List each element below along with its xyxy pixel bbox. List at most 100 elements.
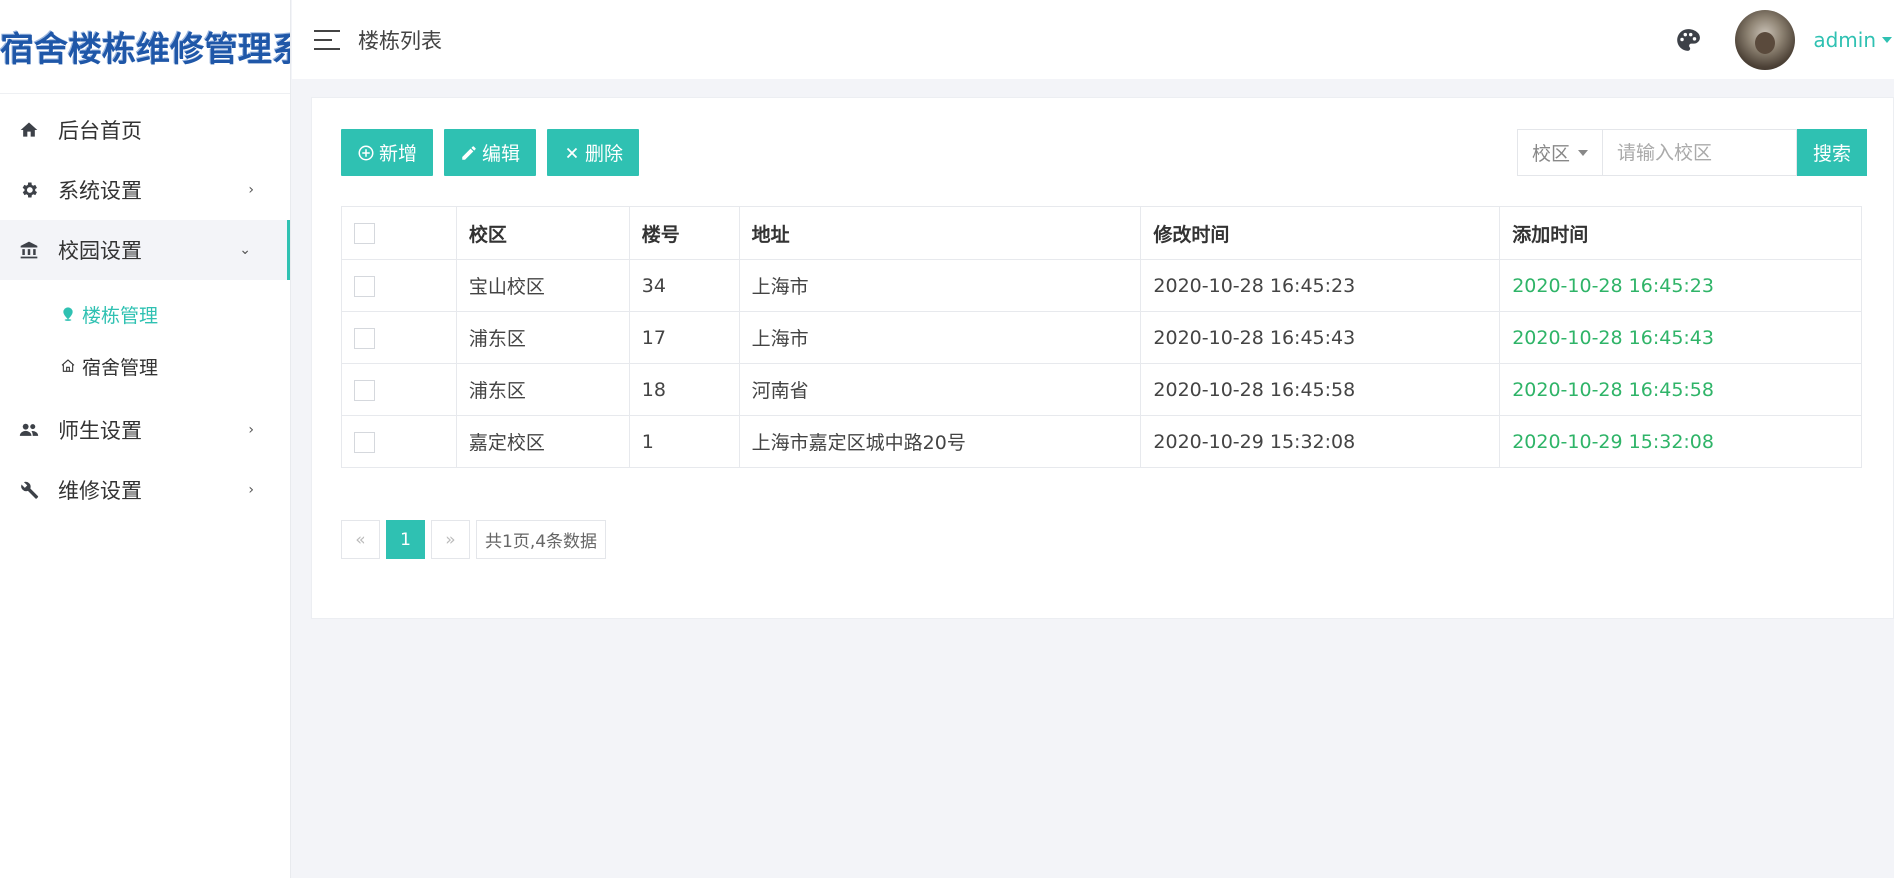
row-select-cell xyxy=(341,311,457,364)
app-title: 宿舍楼栋维修管理系统 xyxy=(0,30,290,70)
building-number-cell: 17 xyxy=(628,311,740,364)
sidebar-item-label: 校园设置 xyxy=(58,239,142,263)
address-cell: 上海市嘉定区城中路20号 xyxy=(738,415,1142,468)
pencil-icon xyxy=(462,145,476,160)
added-time-cell: 2020-10-28 16:45:43 xyxy=(1499,311,1862,364)
user-menu[interactable]: admin xyxy=(1813,28,1892,52)
app-logo[interactable]: 宿舍楼栋维修管理系统 xyxy=(0,0,290,94)
sidebar-item-campus-settings[interactable]: 校园设置 ⌄ xyxy=(0,220,290,280)
caret-down-icon xyxy=(1578,149,1588,156)
add-button[interactable]: 新增 xyxy=(341,129,434,176)
column-header[interactable]: 地址 xyxy=(738,206,1142,260)
row-checkbox[interactable] xyxy=(354,379,375,401)
add-button-label: 新增 xyxy=(379,143,418,165)
prev-page-button[interactable]: « xyxy=(341,520,380,559)
row-select-cell xyxy=(341,363,457,416)
row-checkbox[interactable] xyxy=(354,431,375,453)
edit-button[interactable]: 编辑 xyxy=(444,129,537,176)
header-right: admin xyxy=(1675,0,1894,79)
delete-button[interactable]: 删除 xyxy=(547,129,640,176)
top-header: 楼栋列表 admin xyxy=(292,0,1894,79)
address-cell: 河南省 xyxy=(738,363,1142,416)
wrench-icon xyxy=(18,479,40,501)
user-name: admin xyxy=(1813,27,1876,52)
column-header[interactable]: 楼号 xyxy=(628,206,740,260)
caret-down-icon xyxy=(1882,36,1892,43)
chevron-down-icon: ⌄ xyxy=(239,242,251,258)
sidebar-item-repair-settings[interactable]: 维修设置 › xyxy=(0,460,290,520)
house-icon xyxy=(60,358,76,374)
home-icon xyxy=(18,119,40,141)
modified-time-cell: 2020-10-28 16:45:58 xyxy=(1140,363,1501,416)
added-time-cell: 2020-10-28 16:45:23 xyxy=(1499,259,1862,312)
search-field-label: 校区 xyxy=(1531,143,1570,165)
column-header[interactable]: 添加时间 xyxy=(1499,206,1862,260)
submenu-label: 宿舍管理 xyxy=(82,356,159,379)
sidebar-item-label: 维修设置 xyxy=(58,479,142,503)
page-title: 楼栋列表 xyxy=(358,28,442,53)
chevron-right-icon: › xyxy=(248,482,254,498)
row-select-cell xyxy=(341,259,457,312)
building-number-cell: 1 xyxy=(628,415,740,468)
campus-cell: 宝山校区 xyxy=(455,259,630,312)
search-field-select[interactable]: 校区 xyxy=(1517,129,1602,176)
palette-icon[interactable] xyxy=(1675,27,1701,53)
users-icon xyxy=(18,419,40,441)
chevron-right-icon: › xyxy=(248,422,254,438)
sidebar-item-label: 系统设置 xyxy=(58,179,142,203)
pagination: « 1 » 共1页,4条数据 xyxy=(341,520,607,559)
building-table: 校区 楼号 地址 修改时间 添加时间 宝山校区 34 上海市 2020-10-2… xyxy=(341,206,1862,468)
menu-toggle-icon[interactable] xyxy=(314,29,340,50)
table-row[interactable]: 宝山校区 34 上海市 2020-10-28 16:45:23 2020-10-… xyxy=(341,259,1862,312)
gear-icon xyxy=(18,179,40,201)
close-icon xyxy=(566,147,578,158)
chevron-right-icon: › xyxy=(248,182,254,198)
sidebar-item-label: 后台首页 xyxy=(58,119,142,143)
delete-button-label: 删除 xyxy=(585,143,624,165)
select-all-cell xyxy=(341,206,457,260)
bank-icon xyxy=(18,239,40,261)
select-all-checkbox[interactable] xyxy=(354,223,375,244)
sidebar-item-home[interactable]: 后台首页 xyxy=(0,100,290,160)
avatar[interactable] xyxy=(1735,9,1796,70)
table-row[interactable]: 浦东区 18 河南省 2020-10-28 16:45:58 2020-10-2… xyxy=(341,363,1862,416)
column-header[interactable]: 修改时间 xyxy=(1140,206,1501,260)
edit-button-label: 编辑 xyxy=(482,143,521,165)
next-page-button[interactable]: » xyxy=(431,520,470,559)
column-header[interactable]: 校区 xyxy=(455,206,630,260)
campus-cell: 嘉定校区 xyxy=(455,415,630,468)
search-input[interactable] xyxy=(1602,129,1797,176)
pagination-summary: 共1页,4条数据 xyxy=(476,520,607,559)
table-row[interactable]: 嘉定校区 1 上海市嘉定区城中路20号 2020-10-29 15:32:08 … xyxy=(341,415,1862,468)
building-number-cell: 18 xyxy=(628,363,740,416)
modified-time-cell: 2020-10-28 16:45:23 xyxy=(1140,259,1501,312)
table-row[interactable]: 浦东区 17 上海市 2020-10-28 16:45:43 2020-10-2… xyxy=(341,311,1862,364)
modified-time-cell: 2020-10-28 16:45:43 xyxy=(1140,311,1501,364)
address-cell: 上海市 xyxy=(738,259,1142,312)
sidebar-item-system-settings[interactable]: 系统设置 › xyxy=(0,160,290,220)
search-bar: 校区 搜索 xyxy=(1517,129,1867,176)
row-select-cell xyxy=(341,415,457,468)
page-button-current[interactable]: 1 xyxy=(386,520,425,559)
sidebar-item-building-management[interactable]: 楼栋管理 xyxy=(0,288,290,340)
plus-circle-icon xyxy=(358,145,374,160)
submenu-label: 楼栋管理 xyxy=(82,304,159,327)
search-button[interactable]: 搜索 xyxy=(1797,129,1867,176)
address-cell: 上海市 xyxy=(738,311,1142,364)
row-checkbox[interactable] xyxy=(354,275,375,297)
campus-cell: 浦东区 xyxy=(455,311,630,364)
campus-cell: 浦东区 xyxy=(455,363,630,416)
toolbar: 新增 编辑 删除 xyxy=(341,129,640,176)
sidebar: 宿舍楼栋维修管理系统 后台首页 系统设置 › 校园设置 ⌄ xyxy=(0,0,291,878)
table-header-row: 校区 楼号 地址 修改时间 添加时间 xyxy=(341,206,1862,260)
sidebar-item-label: 师生设置 xyxy=(58,419,142,443)
row-checkbox[interactable] xyxy=(354,327,375,349)
submenu-container: 楼栋管理 宿舍管理 xyxy=(0,280,290,400)
location-icon xyxy=(60,306,76,322)
added-time-cell: 2020-10-29 15:32:08 xyxy=(1499,415,1862,468)
modified-time-cell: 2020-10-29 15:32:08 xyxy=(1140,415,1501,468)
sidebar-item-teacher-student-settings[interactable]: 师生设置 › xyxy=(0,400,290,460)
added-time-cell: 2020-10-28 16:45:58 xyxy=(1499,363,1862,416)
sidebar-item-dorm-management[interactable]: 宿舍管理 xyxy=(0,340,290,392)
sidebar-menu: 后台首页 系统设置 › 校园设置 ⌄ 楼栋管理 宿舍管理 师生设置 › 维修设置… xyxy=(0,94,290,520)
